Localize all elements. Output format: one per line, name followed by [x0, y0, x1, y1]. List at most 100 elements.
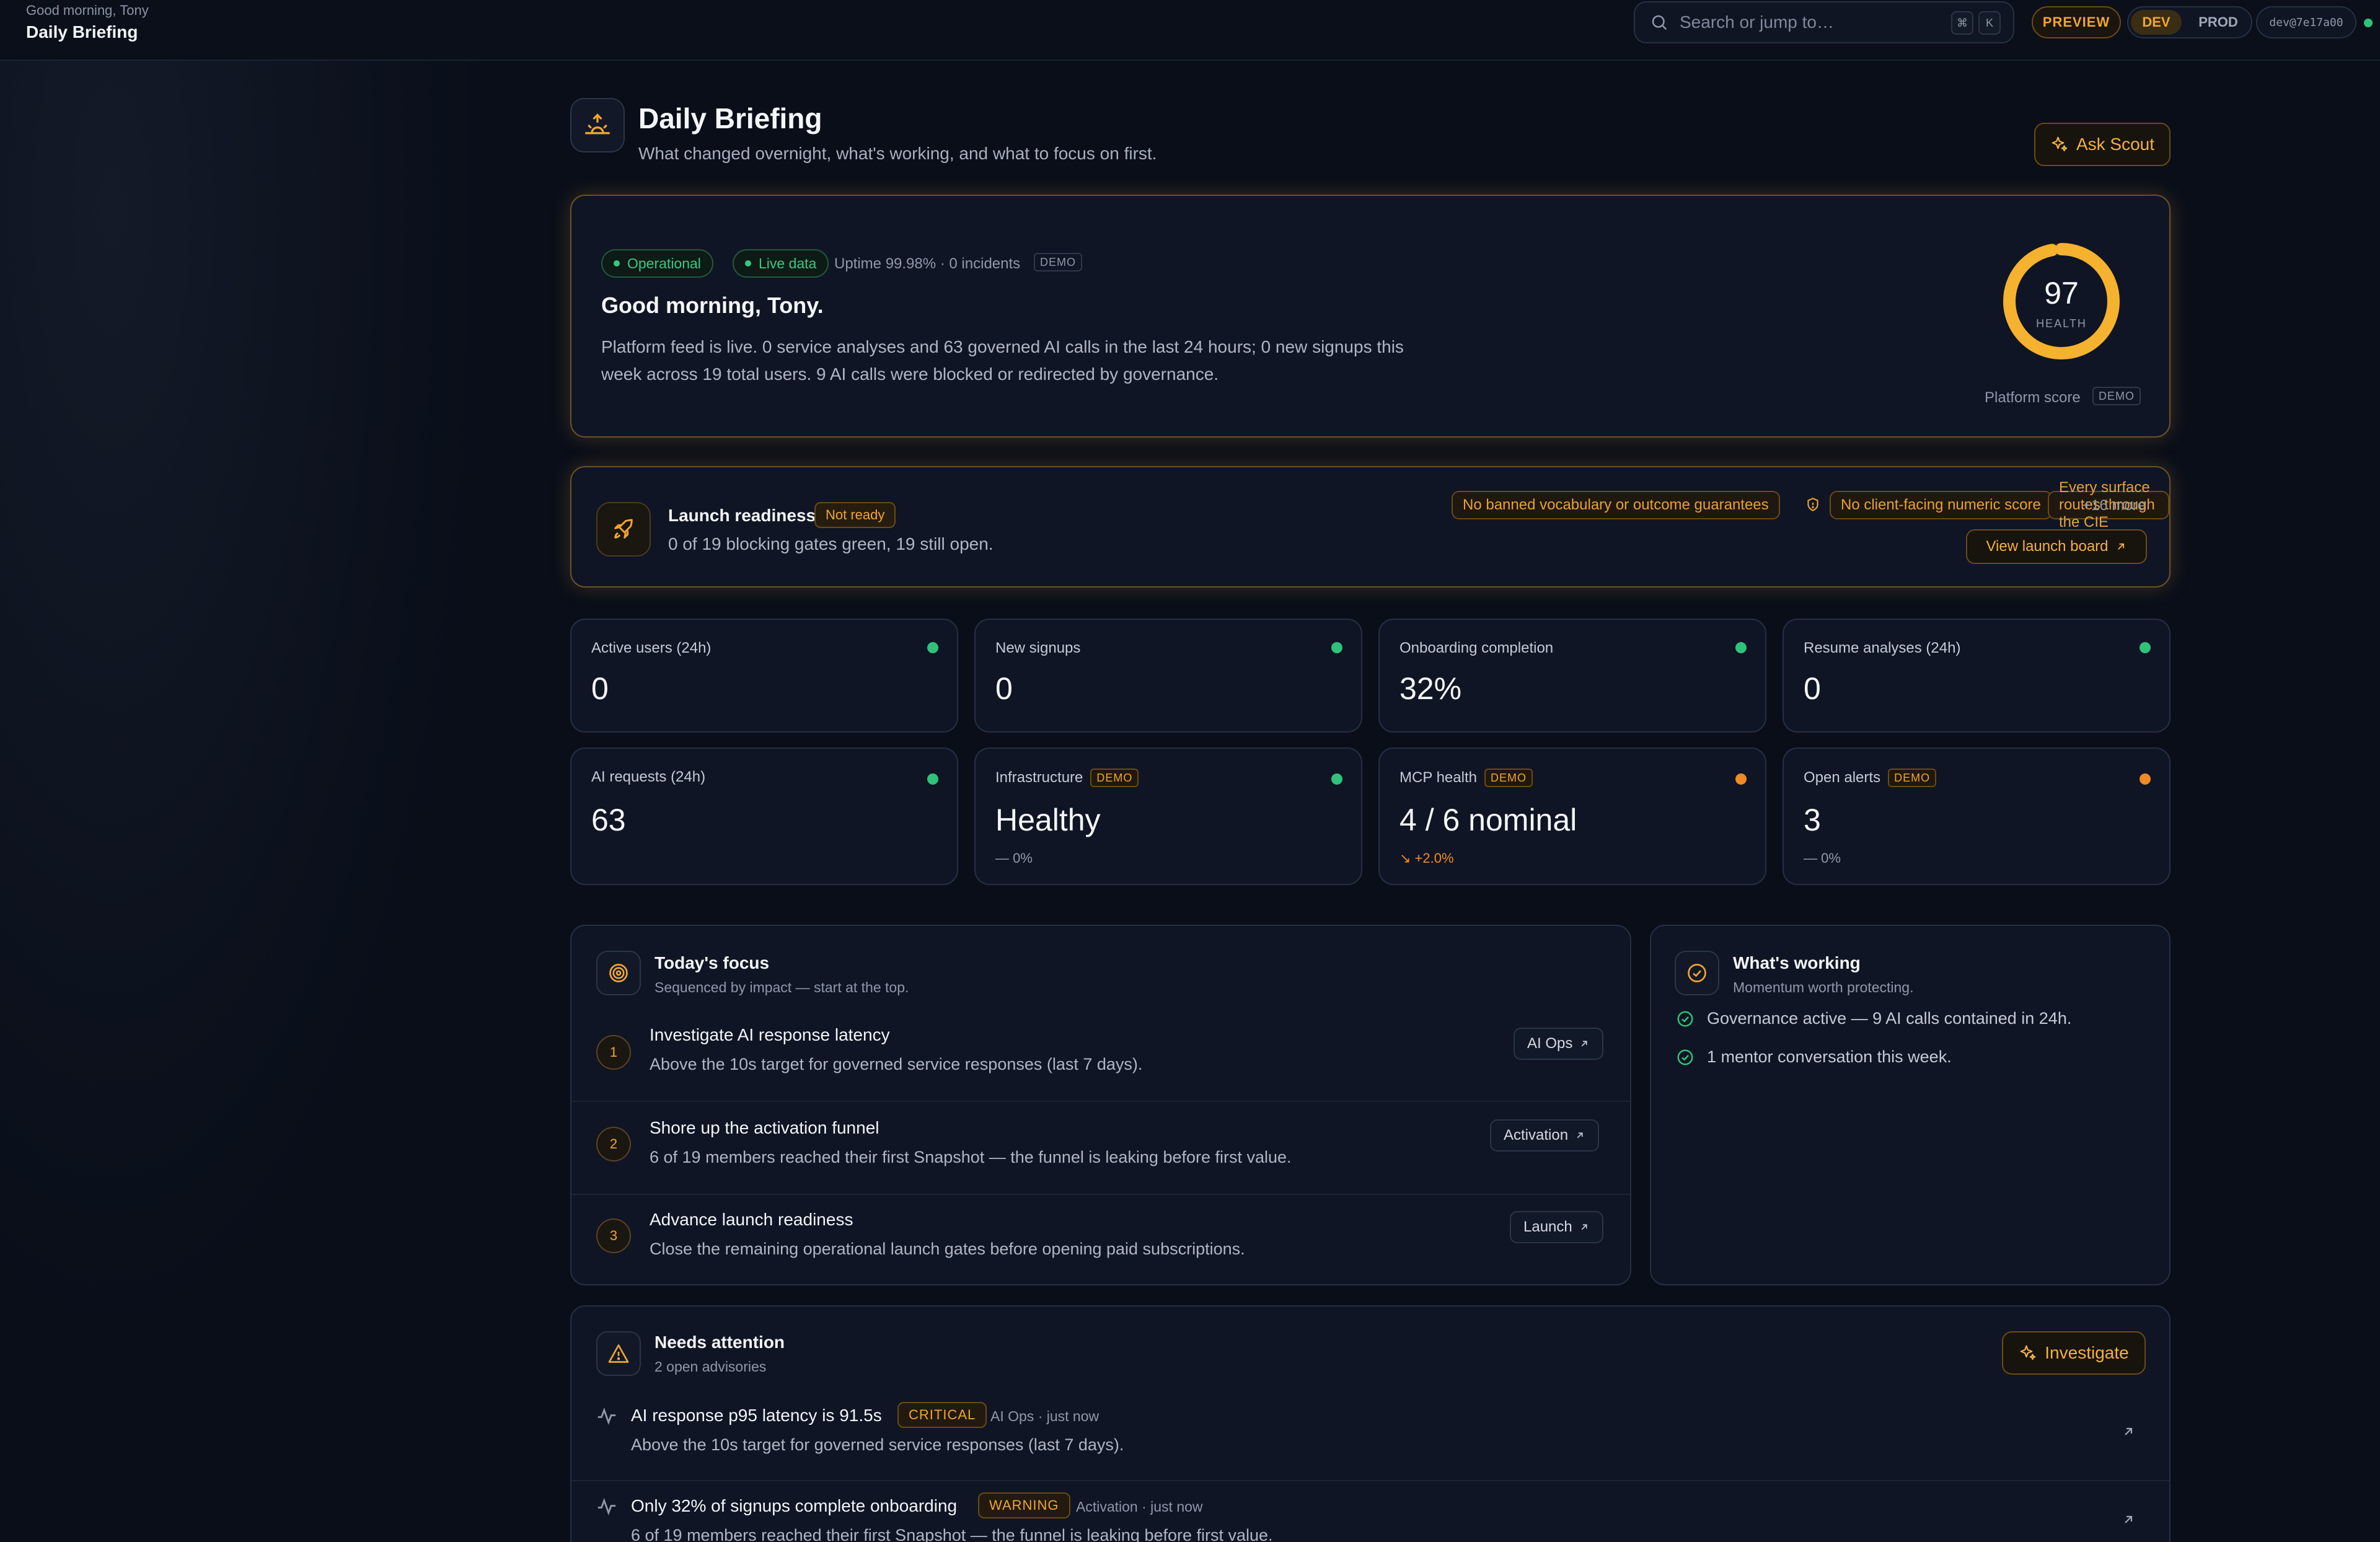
- page-title: Daily Briefing: [638, 102, 822, 134]
- focus-number: 3: [596, 1218, 631, 1253]
- kpi-card[interactable]: Active users (24h) 0: [570, 619, 958, 733]
- working-item-text: 1 mentor conversation this week.: [1707, 1047, 1952, 1066]
- focus-tag-launch[interactable]: Launch: [1510, 1211, 1603, 1243]
- focus-tag-label: Launch: [1523, 1218, 1572, 1235]
- kpi-card[interactable]: Onboarding completion 32%: [1378, 619, 1766, 733]
- focus-item[interactable]: 1 Investigate AI response latency Above …: [571, 1009, 1630, 1101]
- more-gates-link[interactable]: +16 more: [2082, 497, 2146, 514]
- kpi-status-dot: [927, 773, 938, 785]
- platform-demo-tag: DEMO: [2092, 387, 2141, 405]
- uptime-text: Uptime 99.98% · 0 incidents: [834, 255, 1021, 272]
- working-subtitle: Momentum worth protecting.: [1733, 979, 1914, 995]
- kpi-delta: — 0%: [995, 850, 1033, 866]
- preview-button[interactable]: PREVIEW: [2032, 6, 2121, 38]
- focus-item[interactable]: 2 Shore up the activation funnel 6 of 19…: [571, 1101, 1630, 1192]
- focus-tag-activation[interactable]: Activation: [1490, 1119, 1600, 1152]
- kpi-status-dot: [927, 642, 938, 653]
- env-switcher: DEV PROD: [2127, 6, 2252, 38]
- shield-icon: [1807, 498, 1818, 511]
- live-dot: [745, 260, 751, 267]
- kpi-value: 32%: [1399, 671, 1462, 706]
- kpi-label-text: Active users (24h): [591, 640, 712, 656]
- launch-gate-chip[interactable]: No banned vocabulary or outcome guarante…: [1452, 491, 1780, 519]
- search-input[interactable]: Search or jump to… ⌘ K: [1634, 1, 2014, 43]
- kpi-card[interactable]: Infrastructure DEMO Healthy — 0%: [974, 747, 1362, 885]
- alert-row[interactable]: Only 32% of signups complete onboarding …: [571, 1480, 2169, 1542]
- kpi-delta: ↘ +2.0%: [1399, 850, 1454, 866]
- severity-badge: CRITICAL: [897, 1402, 987, 1428]
- working-item: Governance active — 9 AI calls contained…: [1676, 1009, 2071, 1028]
- attention-title: Needs attention: [654, 1333, 785, 1352]
- platform-score-label: Platform score: [1985, 389, 2081, 406]
- kpi-label: Open alerts DEMO: [1804, 769, 1937, 787]
- kpi-card[interactable]: MCP health DEMO 4 / 6 nominal ↘ +2.0%: [1378, 747, 1766, 885]
- topbar-greeting: Good morning, Tony: [26, 2, 149, 18]
- working-item-text: Governance active — 9 AI calls contained…: [1707, 1009, 2072, 1028]
- kpi-label-text: Infrastructure: [995, 769, 1083, 786]
- sparkles-icon: [2052, 136, 2068, 152]
- check-circle-icon: [1677, 1011, 1693, 1026]
- activity-icon: [597, 1497, 616, 1516]
- search-placeholder: Search or jump to…: [1680, 12, 1834, 32]
- needs-attention-panel: Needs attention 2 open advisories Invest…: [570, 1305, 2171, 1542]
- operational-label: Operational: [627, 255, 701, 271]
- kpi-status-dot: [2140, 773, 2151, 785]
- env-dev-tab[interactable]: DEV: [2131, 10, 2182, 35]
- kpi-value: 3: [1804, 803, 1821, 837]
- dev-id-badge[interactable]: dev@7e17a00: [2256, 6, 2356, 38]
- alert-row[interactable]: AI response p95 latency is 91.5s CRITICA…: [571, 1399, 2169, 1486]
- focus-number: 1: [596, 1035, 631, 1070]
- ask-scout-label: Ask Scout: [2076, 134, 2155, 154]
- kpi-card[interactable]: Open alerts DEMO 3 — 0%: [1783, 747, 2171, 885]
- not-ready-badge: Not ready: [814, 502, 896, 528]
- search-icon: [1652, 15, 1667, 30]
- kpi-delta: — 0%: [1804, 850, 1841, 866]
- hero-greeting: Good morning, Tony.: [601, 293, 824, 318]
- env-prod-tab[interactable]: PROD: [2190, 10, 2246, 35]
- kpi-value: Healthy: [995, 803, 1101, 837]
- arrow-up-right-icon[interactable]: [2121, 1512, 2136, 1527]
- working-item: 1 mentor conversation this week.: [1676, 1047, 1952, 1067]
- arrow-up-right-icon: [1577, 1132, 1583, 1139]
- health-label: HEALTH: [2036, 317, 2087, 330]
- kpi-label: Active users (24h): [591, 640, 711, 657]
- connection-status-dot: [2364, 19, 2373, 27]
- focus-tag-ai-ops[interactable]: AI Ops: [1514, 1028, 1604, 1060]
- investigate-button[interactable]: Investigate: [2002, 1331, 2146, 1375]
- activity-icon: [597, 1407, 616, 1425]
- live-data-label: Live data: [759, 255, 817, 271]
- kpi-card[interactable]: New signups 0: [974, 619, 1362, 733]
- alert-meta: Activation · just now: [1076, 1499, 1203, 1515]
- kpi-label-text: Resume analyses (24h): [1804, 640, 1961, 656]
- kpi-status-dot: [1735, 773, 1747, 785]
- view-launch-board-label: View launch board: [1986, 538, 2109, 555]
- alert-title: Only 32% of signups complete onboarding: [631, 1496, 958, 1515]
- focus-subtitle: Sequenced by impact — start at the top.: [654, 979, 909, 995]
- kpi-card[interactable]: AI requests (24h) 63: [570, 747, 958, 885]
- sunrise-icon: [570, 98, 625, 152]
- kpi-demo-tag: DEMO: [1090, 769, 1139, 787]
- attention-subtitle: 2 open advisories: [654, 1359, 767, 1375]
- focus-item-desc: 6 of 19 members reached their first Snap…: [650, 1148, 1292, 1166]
- arrow-up-right-icon: [1582, 1041, 1587, 1047]
- kpi-label-text: MCP health: [1399, 769, 1477, 786]
- whats-working-panel: What's working Momentum worth protecting…: [1650, 925, 2171, 1285]
- launch-gate-chip[interactable]: No client-facing numeric score: [1830, 491, 2052, 519]
- focus-item-title: Shore up the activation funnel: [650, 1118, 879, 1137]
- kpi-card[interactable]: Resume analyses (24h) 0: [1783, 619, 2171, 733]
- ask-scout-button[interactable]: Ask Scout: [2034, 123, 2171, 166]
- severity-badge: WARNING: [978, 1492, 1070, 1518]
- kpi-status-dot: [1331, 773, 1342, 785]
- focus-item[interactable]: 3 Advance launch readiness Close the rem…: [571, 1194, 1630, 1285]
- arrow-up-right-icon[interactable]: [2121, 1424, 2136, 1439]
- focus-item-title: Investigate AI response latency: [650, 1025, 890, 1044]
- kpi-demo-tag: DEMO: [1484, 769, 1533, 787]
- rocket-icon: [596, 502, 651, 557]
- view-launch-board-button[interactable]: View launch board: [1966, 529, 2147, 564]
- launch-readiness-title: Launch readiness: [668, 506, 816, 525]
- kpi-label-text: Onboarding completion: [1399, 640, 1554, 656]
- focus-title: Today's focus: [654, 953, 770, 972]
- alert-desc: Above the 10s target for governed servic…: [631, 1435, 1124, 1454]
- focus-item-title: Advance launch readiness: [650, 1210, 853, 1229]
- kpi-value: 0: [995, 671, 1013, 706]
